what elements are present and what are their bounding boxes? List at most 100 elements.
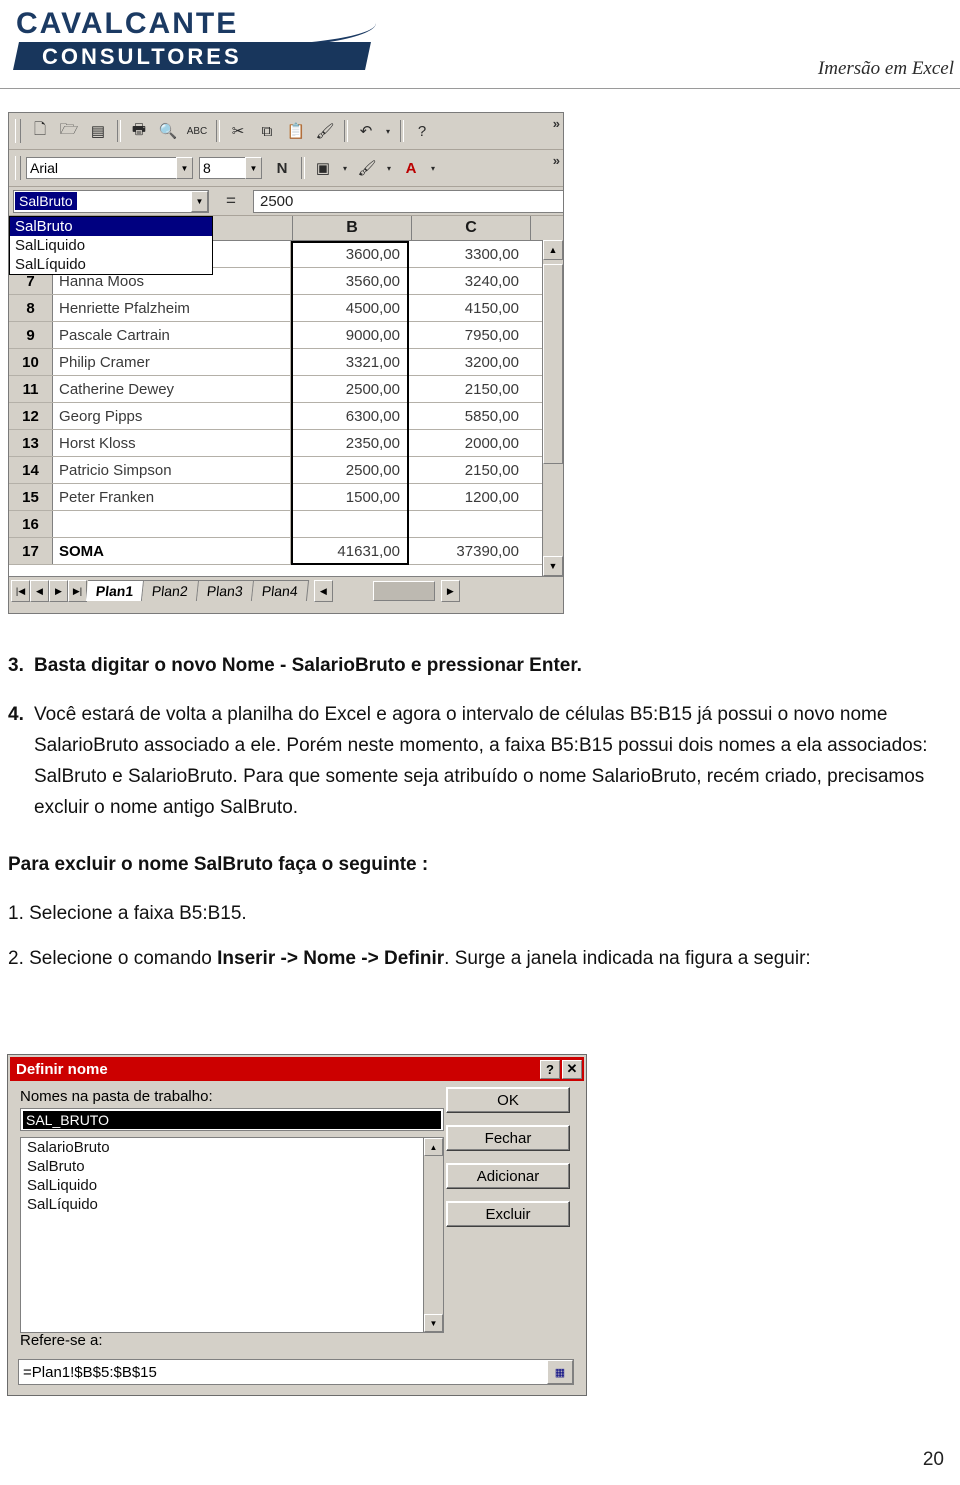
font-name-dropdown-icon[interactable]: ▼: [176, 157, 193, 179]
cell-a[interactable]: Patricio Simpson: [53, 457, 291, 483]
close-icon[interactable]: ✕: [562, 1059, 582, 1079]
cell-b[interactable]: 41631,00: [291, 538, 409, 564]
cell-b[interactable]: 3600,00: [291, 241, 409, 267]
cell-b[interactable]: 3560,00: [291, 268, 409, 294]
font-size-dropdown-icon[interactable]: ▼: [245, 157, 262, 179]
font-color-dropdown-icon[interactable]: ▾: [426, 155, 440, 182]
dialog-title-bar[interactable]: Definir nome ? ✕: [10, 1057, 584, 1081]
cell-b[interactable]: 2350,00: [291, 430, 409, 456]
list-item[interactable]: SalBruto: [21, 1157, 443, 1176]
cell-b[interactable]: [291, 511, 409, 537]
cell-b[interactable]: 2500,00: [291, 376, 409, 402]
cell-b[interactable]: 3321,00: [291, 349, 409, 375]
table-row[interactable]: 8 Henriette Pfalzheim 4500,00 4150,00: [9, 295, 563, 322]
table-row[interactable]: 10 Philip Cramer 3321,00 3200,00: [9, 349, 563, 376]
table-row[interactable]: 15 Peter Franken 1500,00 1200,00: [9, 484, 563, 511]
row-header[interactable]: 9: [9, 322, 53, 348]
cell-b[interactable]: 2500,00: [291, 457, 409, 483]
cell-a[interactable]: Henriette Pfalzheim: [53, 295, 291, 321]
row-header[interactable]: 13: [9, 430, 53, 456]
cell-c[interactable]: [409, 511, 527, 537]
hscroll-left-icon[interactable]: ◀: [313, 580, 333, 602]
help-icon[interactable]: ?: [408, 118, 436, 145]
scroll-down-icon[interactable]: ▼: [424, 1314, 443, 1332]
cell-a[interactable]: Catherine Dewey: [53, 376, 291, 402]
scroll-up-icon[interactable]: ▲: [543, 240, 563, 260]
help-icon[interactable]: ?: [540, 1059, 560, 1079]
new-file-icon[interactable]: 🗋: [26, 118, 54, 145]
prev-sheet-icon[interactable]: ◀: [30, 580, 49, 602]
toolbar-grip[interactable]: [15, 119, 21, 143]
print-preview-icon[interactable]: 🔍: [154, 118, 182, 145]
fill-color-icon[interactable]: 🖌: [353, 155, 381, 182]
table-row[interactable]: 16: [9, 511, 563, 538]
horizontal-scroll-thumb[interactable]: [372, 581, 435, 601]
bold-button[interactable]: N: [268, 155, 296, 182]
vertical-scrollbar[interactable]: ▲ ▼: [542, 240, 563, 576]
cell-a[interactable]: SOMA: [53, 538, 291, 564]
cell-c[interactable]: 3240,00: [409, 268, 527, 294]
table-row[interactable]: 12 Georg Pipps 6300,00 5850,00: [9, 403, 563, 430]
fechar-button[interactable]: Fechar: [446, 1125, 570, 1151]
cell-c[interactable]: 2150,00: [409, 457, 527, 483]
row-header[interactable]: 14: [9, 457, 53, 483]
next-sheet-icon[interactable]: ▶: [49, 580, 68, 602]
borders-icon[interactable]: ▣: [309, 155, 337, 182]
row-header[interactable]: 17: [9, 538, 53, 564]
last-sheet-icon[interactable]: ▶|: [68, 580, 87, 602]
table-row-total[interactable]: 17 SOMA 41631,00 37390,00: [9, 538, 563, 565]
scroll-up-icon[interactable]: ▲: [424, 1138, 443, 1156]
sheet-tab-plan3[interactable]: Plan3: [197, 580, 255, 601]
row-header[interactable]: 16: [9, 511, 53, 537]
table-row[interactable]: 9 Pascale Cartrain 9000,00 7950,00: [9, 322, 563, 349]
row-header[interactable]: 15: [9, 484, 53, 510]
copy-icon[interactable]: ⧉: [253, 118, 281, 145]
scroll-down-icon[interactable]: ▼: [543, 556, 563, 576]
name-dropdown-item-salbruto[interactable]: SalBruto: [10, 217, 212, 236]
adicionar-button[interactable]: Adicionar: [446, 1163, 570, 1189]
open-folder-icon[interactable]: 🗁: [55, 118, 83, 145]
cell-c[interactable]: 2150,00: [409, 376, 527, 402]
fill-color-dropdown-icon[interactable]: ▾: [382, 155, 396, 182]
sheet-tab-plan2[interactable]: Plan2: [142, 580, 200, 601]
excluir-button[interactable]: Excluir: [446, 1201, 570, 1227]
table-row[interactable]: 11 Catherine Dewey 2500,00 2150,00: [9, 376, 563, 403]
listbox-scrollbar[interactable]: ▲ ▼: [423, 1138, 443, 1332]
cell-b[interactable]: 9000,00: [291, 322, 409, 348]
name-input[interactable]: SAL_BRUTO: [20, 1108, 444, 1131]
cell-a[interactable]: Peter Franken: [53, 484, 291, 510]
table-row[interactable]: 14 Patricio Simpson 2500,00 2150,00: [9, 457, 563, 484]
sheet-tab-plan1[interactable]: Plan1: [85, 580, 145, 601]
vertical-scroll-thumb[interactable]: [543, 264, 563, 464]
cell-c[interactable]: 7950,00: [409, 322, 527, 348]
undo-dropdown-icon[interactable]: ▾: [381, 118, 395, 145]
cell-a[interactable]: Philip Cramer: [53, 349, 291, 375]
font-size-input[interactable]: 8: [199, 157, 245, 179]
row-header[interactable]: 11: [9, 376, 53, 402]
horizontal-scrollbar[interactable]: ◀ ▶: [313, 580, 563, 602]
cell-a[interactable]: [53, 511, 291, 537]
print-icon[interactable]: 🖶: [125, 118, 153, 145]
list-item[interactable]: SalLiquido: [21, 1176, 443, 1195]
list-item[interactable]: SalLíquido: [21, 1195, 443, 1214]
cell-a[interactable]: Pascale Cartrain: [53, 322, 291, 348]
first-sheet-icon[interactable]: |◀: [11, 580, 30, 602]
range-picker-icon[interactable]: ▦: [547, 1360, 573, 1384]
hscroll-right-icon[interactable]: ▶: [440, 580, 460, 602]
toolbar-grip[interactable]: [15, 156, 21, 180]
column-header-b[interactable]: B: [293, 216, 412, 240]
save-icon[interactable]: ▤: [84, 118, 112, 145]
cell-b[interactable]: 1500,00: [291, 484, 409, 510]
cell-c[interactable]: 37390,00: [409, 538, 527, 564]
cut-icon[interactable]: ✂: [224, 118, 252, 145]
names-listbox[interactable]: SalarioBruto SalBruto SalLiquido SalLíqu…: [20, 1137, 444, 1333]
cell-c[interactable]: 1200,00: [409, 484, 527, 510]
cell-b[interactable]: 4500,00: [291, 295, 409, 321]
name-box[interactable]: SalBruto ▼: [13, 189, 209, 213]
name-box-dropdown-icon[interactable]: ▼: [191, 190, 208, 212]
list-item[interactable]: SalarioBruto: [21, 1138, 443, 1157]
borders-dropdown-icon[interactable]: ▾: [338, 155, 352, 182]
toolbar-overflow-chevron-icon[interactable]: »: [553, 116, 560, 131]
cell-a[interactable]: Georg Pipps: [53, 403, 291, 429]
refers-to-input[interactable]: =Plan1!$B$5:$B$15 ▦: [18, 1359, 574, 1385]
